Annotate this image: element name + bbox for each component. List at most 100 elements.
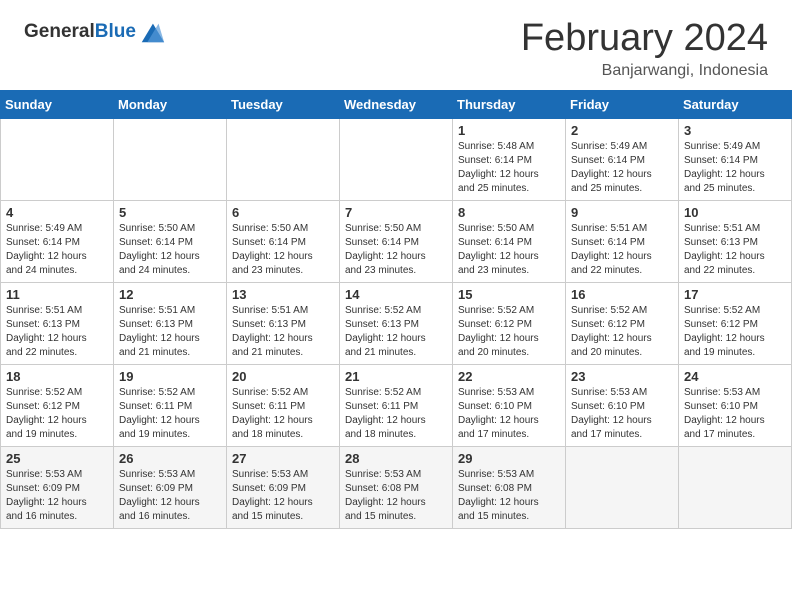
weekday-header-monday: Monday	[114, 90, 227, 118]
day-number: 27	[232, 451, 334, 466]
logo-general: GeneralBlue	[24, 22, 136, 43]
day-info: Sunrise: 5:52 AM Sunset: 6:11 PM Dayligh…	[232, 386, 334, 442]
calendar-cell	[566, 446, 679, 528]
day-info: Sunrise: 5:52 AM Sunset: 6:12 PM Dayligh…	[458, 304, 560, 360]
calendar-cell: 17 Sunrise: 5:52 AM Sunset: 6:12 PM Dayli…	[679, 282, 792, 364]
month-title: February 2024	[521, 18, 768, 60]
calendar-cell: 29 Sunrise: 5:53 AM Sunset: 6:08 PM Dayli…	[453, 446, 566, 528]
calendar-cell: 28 Sunrise: 5:53 AM Sunset: 6:08 PM Dayli…	[340, 446, 453, 528]
day-number: 13	[232, 287, 334, 302]
calendar-cell: 10 Sunrise: 5:51 AM Sunset: 6:13 PM Dayli…	[679, 200, 792, 282]
weekday-header-tuesday: Tuesday	[227, 90, 340, 118]
day-number: 8	[458, 205, 560, 220]
calendar-cell	[114, 118, 227, 200]
calendar-cell	[227, 118, 340, 200]
calendar-table: SundayMondayTuesdayWednesdayThursdayFrid…	[0, 90, 792, 529]
day-number: 20	[232, 369, 334, 384]
day-info: Sunrise: 5:51 AM Sunset: 6:13 PM Dayligh…	[119, 304, 221, 360]
day-number: 28	[345, 451, 447, 466]
day-info: Sunrise: 5:48 AM Sunset: 6:14 PM Dayligh…	[458, 140, 560, 196]
calendar-week-row-5: 25 Sunrise: 5:53 AM Sunset: 6:09 PM Dayli…	[1, 446, 792, 528]
title-block: February 2024 Banjarwangi, Indonesia	[521, 18, 768, 80]
day-info: Sunrise: 5:52 AM Sunset: 6:11 PM Dayligh…	[345, 386, 447, 442]
weekday-header-saturday: Saturday	[679, 90, 792, 118]
day-number: 15	[458, 287, 560, 302]
day-number: 17	[684, 287, 786, 302]
location: Banjarwangi, Indonesia	[521, 62, 768, 80]
calendar-week-row-2: 4 Sunrise: 5:49 AM Sunset: 6:14 PM Daylig…	[1, 200, 792, 282]
day-number: 29	[458, 451, 560, 466]
day-number: 19	[119, 369, 221, 384]
calendar-cell	[1, 118, 114, 200]
day-info: Sunrise: 5:53 AM Sunset: 6:10 PM Dayligh…	[684, 386, 786, 442]
day-number: 16	[571, 287, 673, 302]
day-info: Sunrise: 5:53 AM Sunset: 6:08 PM Dayligh…	[345, 468, 447, 524]
day-info: Sunrise: 5:50 AM Sunset: 6:14 PM Dayligh…	[232, 222, 334, 278]
day-number: 4	[6, 205, 108, 220]
day-number: 21	[345, 369, 447, 384]
weekday-header-wednesday: Wednesday	[340, 90, 453, 118]
day-info: Sunrise: 5:50 AM Sunset: 6:14 PM Dayligh…	[345, 222, 447, 278]
day-info: Sunrise: 5:53 AM Sunset: 6:08 PM Dayligh…	[458, 468, 560, 524]
day-info: Sunrise: 5:53 AM Sunset: 6:09 PM Dayligh…	[119, 468, 221, 524]
day-number: 10	[684, 205, 786, 220]
calendar-cell: 12 Sunrise: 5:51 AM Sunset: 6:13 PM Dayli…	[114, 282, 227, 364]
day-info: Sunrise: 5:50 AM Sunset: 6:14 PM Dayligh…	[119, 222, 221, 278]
calendar-cell: 14Sunrise: 5:52 AM Sunset: 6:13 PM Dayli…	[340, 282, 453, 364]
day-number: 6	[232, 205, 334, 220]
day-info: Sunrise: 5:52 AM Sunset: 6:12 PM Dayligh…	[6, 386, 108, 442]
calendar-cell: 26 Sunrise: 5:53 AM Sunset: 6:09 PM Dayli…	[114, 446, 227, 528]
calendar-week-row-1: 1Sunrise: 5:48 AM Sunset: 6:14 PM Daylig…	[1, 118, 792, 200]
calendar-cell	[679, 446, 792, 528]
calendar-cell: 24 Sunrise: 5:53 AM Sunset: 6:10 PM Dayli…	[679, 364, 792, 446]
day-info: Sunrise: 5:49 AM Sunset: 6:14 PM Dayligh…	[684, 140, 786, 196]
day-number: 11	[6, 287, 108, 302]
day-info: Sunrise: 5:52 AM Sunset: 6:11 PM Dayligh…	[119, 386, 221, 442]
day-info: Sunrise: 5:53 AM Sunset: 6:10 PM Dayligh…	[458, 386, 560, 442]
day-info: Sunrise: 5:52 AM Sunset: 6:13 PM Dayligh…	[345, 304, 447, 360]
day-number: 9	[571, 205, 673, 220]
calendar-cell: 19 Sunrise: 5:52 AM Sunset: 6:11 PM Dayli…	[114, 364, 227, 446]
day-number: 7	[345, 205, 447, 220]
calendar-cell: 6 Sunrise: 5:50 AM Sunset: 6:14 PM Daylig…	[227, 200, 340, 282]
calendar-cell: 11 Sunrise: 5:51 AM Sunset: 6:13 PM Dayli…	[1, 282, 114, 364]
day-info: Sunrise: 5:49 AM Sunset: 6:14 PM Dayligh…	[6, 222, 108, 278]
calendar-cell: 21 Sunrise: 5:52 AM Sunset: 6:11 PM Dayli…	[340, 364, 453, 446]
calendar-cell: 8 Sunrise: 5:50 AM Sunset: 6:14 PM Daylig…	[453, 200, 566, 282]
calendar-header-row: SundayMondayTuesdayWednesdayThursdayFrid…	[1, 90, 792, 118]
logo: GeneralBlue	[24, 18, 166, 46]
day-info: Sunrise: 5:51 AM Sunset: 6:13 PM Dayligh…	[684, 222, 786, 278]
weekday-header-thursday: Thursday	[453, 90, 566, 118]
calendar-cell: 27 Sunrise: 5:53 AM Sunset: 6:09 PM Dayli…	[227, 446, 340, 528]
day-info: Sunrise: 5:52 AM Sunset: 6:12 PM Dayligh…	[684, 304, 786, 360]
day-number: 26	[119, 451, 221, 466]
calendar-cell: 2Sunrise: 5:49 AM Sunset: 6:14 PM Daylig…	[566, 118, 679, 200]
day-info: Sunrise: 5:51 AM Sunset: 6:14 PM Dayligh…	[571, 222, 673, 278]
calendar-cell: 13 Sunrise: 5:51 AM Sunset: 6:13 PM Dayli…	[227, 282, 340, 364]
calendar-cell: 22Sunrise: 5:53 AM Sunset: 6:10 PM Dayli…	[453, 364, 566, 446]
logo-icon	[138, 18, 166, 46]
calendar-week-row-3: 11 Sunrise: 5:51 AM Sunset: 6:13 PM Dayli…	[1, 282, 792, 364]
weekday-header-friday: Friday	[566, 90, 679, 118]
calendar-cell: 5Sunrise: 5:50 AM Sunset: 6:14 PM Daylig…	[114, 200, 227, 282]
day-info: Sunrise: 5:51 AM Sunset: 6:13 PM Dayligh…	[6, 304, 108, 360]
day-info: Sunrise: 5:53 AM Sunset: 6:10 PM Dayligh…	[571, 386, 673, 442]
calendar-cell: 1Sunrise: 5:48 AM Sunset: 6:14 PM Daylig…	[453, 118, 566, 200]
day-info: Sunrise: 5:53 AM Sunset: 6:09 PM Dayligh…	[6, 468, 108, 524]
calendar-cell: 9 Sunrise: 5:51 AM Sunset: 6:14 PM Daylig…	[566, 200, 679, 282]
calendar-cell: 7 Sunrise: 5:50 AM Sunset: 6:14 PM Daylig…	[340, 200, 453, 282]
day-info: Sunrise: 5:51 AM Sunset: 6:13 PM Dayligh…	[232, 304, 334, 360]
day-info: Sunrise: 5:50 AM Sunset: 6:14 PM Dayligh…	[458, 222, 560, 278]
day-info: Sunrise: 5:53 AM Sunset: 6:09 PM Dayligh…	[232, 468, 334, 524]
calendar-cell: 23Sunrise: 5:53 AM Sunset: 6:10 PM Dayli…	[566, 364, 679, 446]
day-number: 12	[119, 287, 221, 302]
calendar-cell: 3Sunrise: 5:49 AM Sunset: 6:14 PM Daylig…	[679, 118, 792, 200]
calendar-cell: 4 Sunrise: 5:49 AM Sunset: 6:14 PM Daylig…	[1, 200, 114, 282]
calendar-cell	[340, 118, 453, 200]
day-number: 25	[6, 451, 108, 466]
calendar-cell: 15 Sunrise: 5:52 AM Sunset: 6:12 PM Dayli…	[453, 282, 566, 364]
calendar-week-row-4: 18 Sunrise: 5:52 AM Sunset: 6:12 PM Dayli…	[1, 364, 792, 446]
day-number: 18	[6, 369, 108, 384]
calendar-cell: 18 Sunrise: 5:52 AM Sunset: 6:12 PM Dayli…	[1, 364, 114, 446]
day-number: 24	[684, 369, 786, 384]
